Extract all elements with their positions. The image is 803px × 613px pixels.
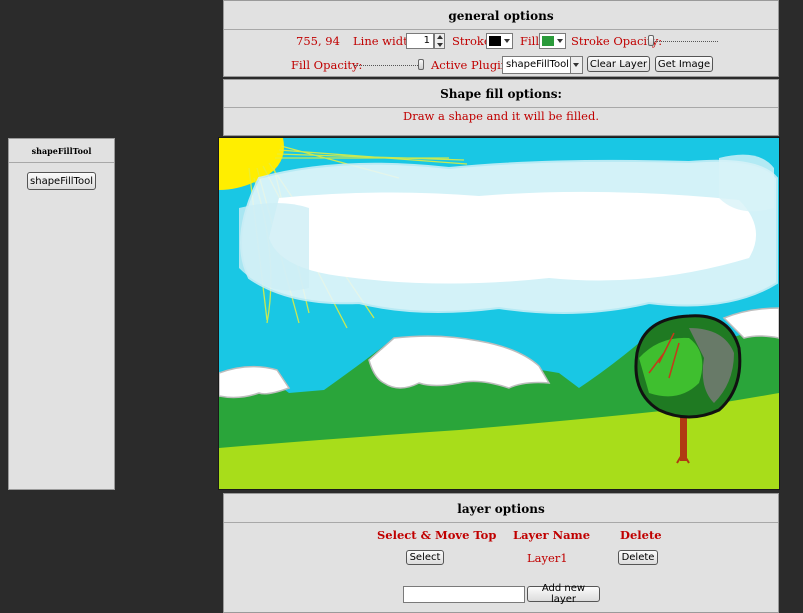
line-width-input[interactable]: 1 <box>406 33 434 49</box>
active-plugin-select[interactable]: shapeFillTool <box>502 56 583 74</box>
shape-fill-tool-button[interactable]: shapeFillTool <box>27 172 96 190</box>
shape-fill-options-panel: Shape fill options: Draw a shape and it … <box>223 79 779 136</box>
line-width-value: 1 <box>423 35 430 46</box>
tool-panel-title: shapeFillTool <box>31 146 92 156</box>
layer-options-title: layer options <box>457 502 545 516</box>
stepper-up-icon[interactable] <box>437 35 443 39</box>
fill-opacity-slider[interactable] <box>354 58 424 72</box>
divider <box>224 107 778 108</box>
line-width-stepper[interactable] <box>434 33 445 49</box>
slider-thumb[interactable] <box>648 35 654 46</box>
clear-layer-button[interactable]: Clear Layer <box>587 56 650 72</box>
tool-options-panel: shapeFillTool shapeFillTool <box>8 138 115 490</box>
divider <box>224 522 778 523</box>
divider <box>224 29 778 30</box>
column-header-name: Layer Name <box>513 528 591 542</box>
cursor-coordinates: 755, 94 <box>296 34 340 48</box>
canvas-artwork[interactable] <box>219 138 779 489</box>
select-layer-button[interactable]: Select <box>406 550 444 565</box>
drawing-canvas[interactable] <box>218 137 780 490</box>
new-layer-name-input[interactable] <box>403 586 525 603</box>
chevron-down-icon <box>570 57 582 73</box>
delete-layer-button[interactable]: Delete <box>618 550 658 565</box>
fill-color-picker[interactable] <box>539 33 566 49</box>
column-header-select: Select & Move Top <box>377 528 497 542</box>
add-new-layer-button[interactable]: Add new layer <box>527 583 600 605</box>
shape-fill-options-title: Shape fill options: <box>440 87 562 101</box>
stroke-color-swatch <box>489 36 501 46</box>
fill-opacity-label: Fill Opacity: <box>291 58 363 72</box>
stepper-down-icon[interactable] <box>437 43 443 47</box>
fill-color-swatch <box>542 36 554 46</box>
stroke-opacity-slider[interactable] <box>648 34 718 48</box>
active-plugin-value: shapeFillTool <box>506 59 569 70</box>
stroke-color-picker[interactable] <box>486 33 513 49</box>
general-options-title: general options <box>448 9 554 23</box>
layer-name: Layer1 <box>527 551 568 565</box>
slider-thumb[interactable] <box>418 59 424 70</box>
general-options-panel: general options 755, 94 Line width: 1 St… <box>223 0 779 77</box>
active-plugin-label: Active Plugin: <box>431 58 513 72</box>
shape-fill-message: Draw a shape and it will be filled. <box>402 109 599 123</box>
slider-track <box>648 41 718 42</box>
chevron-down-icon <box>557 39 563 43</box>
divider <box>9 162 114 163</box>
cloud-bank <box>239 154 778 314</box>
slider-track <box>354 65 424 66</box>
column-header-delete: Delete <box>620 528 662 542</box>
chevron-down-icon <box>504 39 510 43</box>
layer-options-panel: layer options Select & Move Top Layer Na… <box>223 493 779 613</box>
get-image-button[interactable]: Get Image <box>655 56 713 72</box>
